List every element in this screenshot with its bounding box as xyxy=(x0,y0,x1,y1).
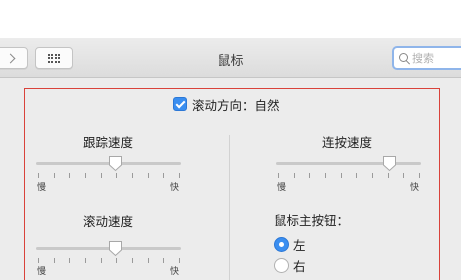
radio-left-label: 左 xyxy=(293,237,306,253)
double-click-speed-thumb[interactable] xyxy=(382,155,397,172)
double-click-speed-track[interactable] xyxy=(276,162,421,165)
scrolling-speed-thumb[interactable] xyxy=(108,240,123,257)
tracking-speed-min-label: 慢 xyxy=(37,183,47,193)
tracking-speed-thumb[interactable] xyxy=(108,155,123,172)
search-field[interactable]: 搜索 xyxy=(392,46,461,70)
column-divider xyxy=(229,135,230,280)
highlight-box xyxy=(24,88,440,280)
radio-right-label: 右 xyxy=(293,258,306,274)
radio-option-left[interactable]: 左 xyxy=(274,236,306,253)
scrolling-speed-ticks xyxy=(36,258,181,264)
double-click-speed-ticks xyxy=(276,173,421,179)
scrolling-speed-title: 滚动速度 xyxy=(82,214,133,229)
scrolling-speed-max-label: 快 xyxy=(170,267,180,277)
double-click-speed-max-label: 快 xyxy=(410,183,420,193)
radio-left[interactable] xyxy=(274,236,289,252)
scroll-direction-checkbox[interactable] xyxy=(173,97,187,111)
title-bar-area xyxy=(0,0,461,38)
scroll-direction-option[interactable]: 滚动方向：自然 xyxy=(173,96,280,113)
search-icon xyxy=(399,52,410,64)
radio-right[interactable] xyxy=(274,257,289,273)
primary-button-title: 鼠标主按钮： xyxy=(274,213,350,228)
tracking-speed-ticks xyxy=(36,173,181,179)
tracking-speed-title: 跟踪速度 xyxy=(82,135,133,150)
radio-option-right[interactable]: 右 xyxy=(274,257,306,274)
double-click-speed-min-label: 慢 xyxy=(277,183,287,193)
search-placeholder: 搜索 xyxy=(412,52,434,65)
tracking-speed-max-label: 快 xyxy=(170,183,180,193)
double-click-speed-title: 连按速度 xyxy=(321,135,372,150)
scroll-direction-label: 滚动方向：自然 xyxy=(192,97,280,113)
scrolling-speed-min-label: 慢 xyxy=(37,267,47,277)
